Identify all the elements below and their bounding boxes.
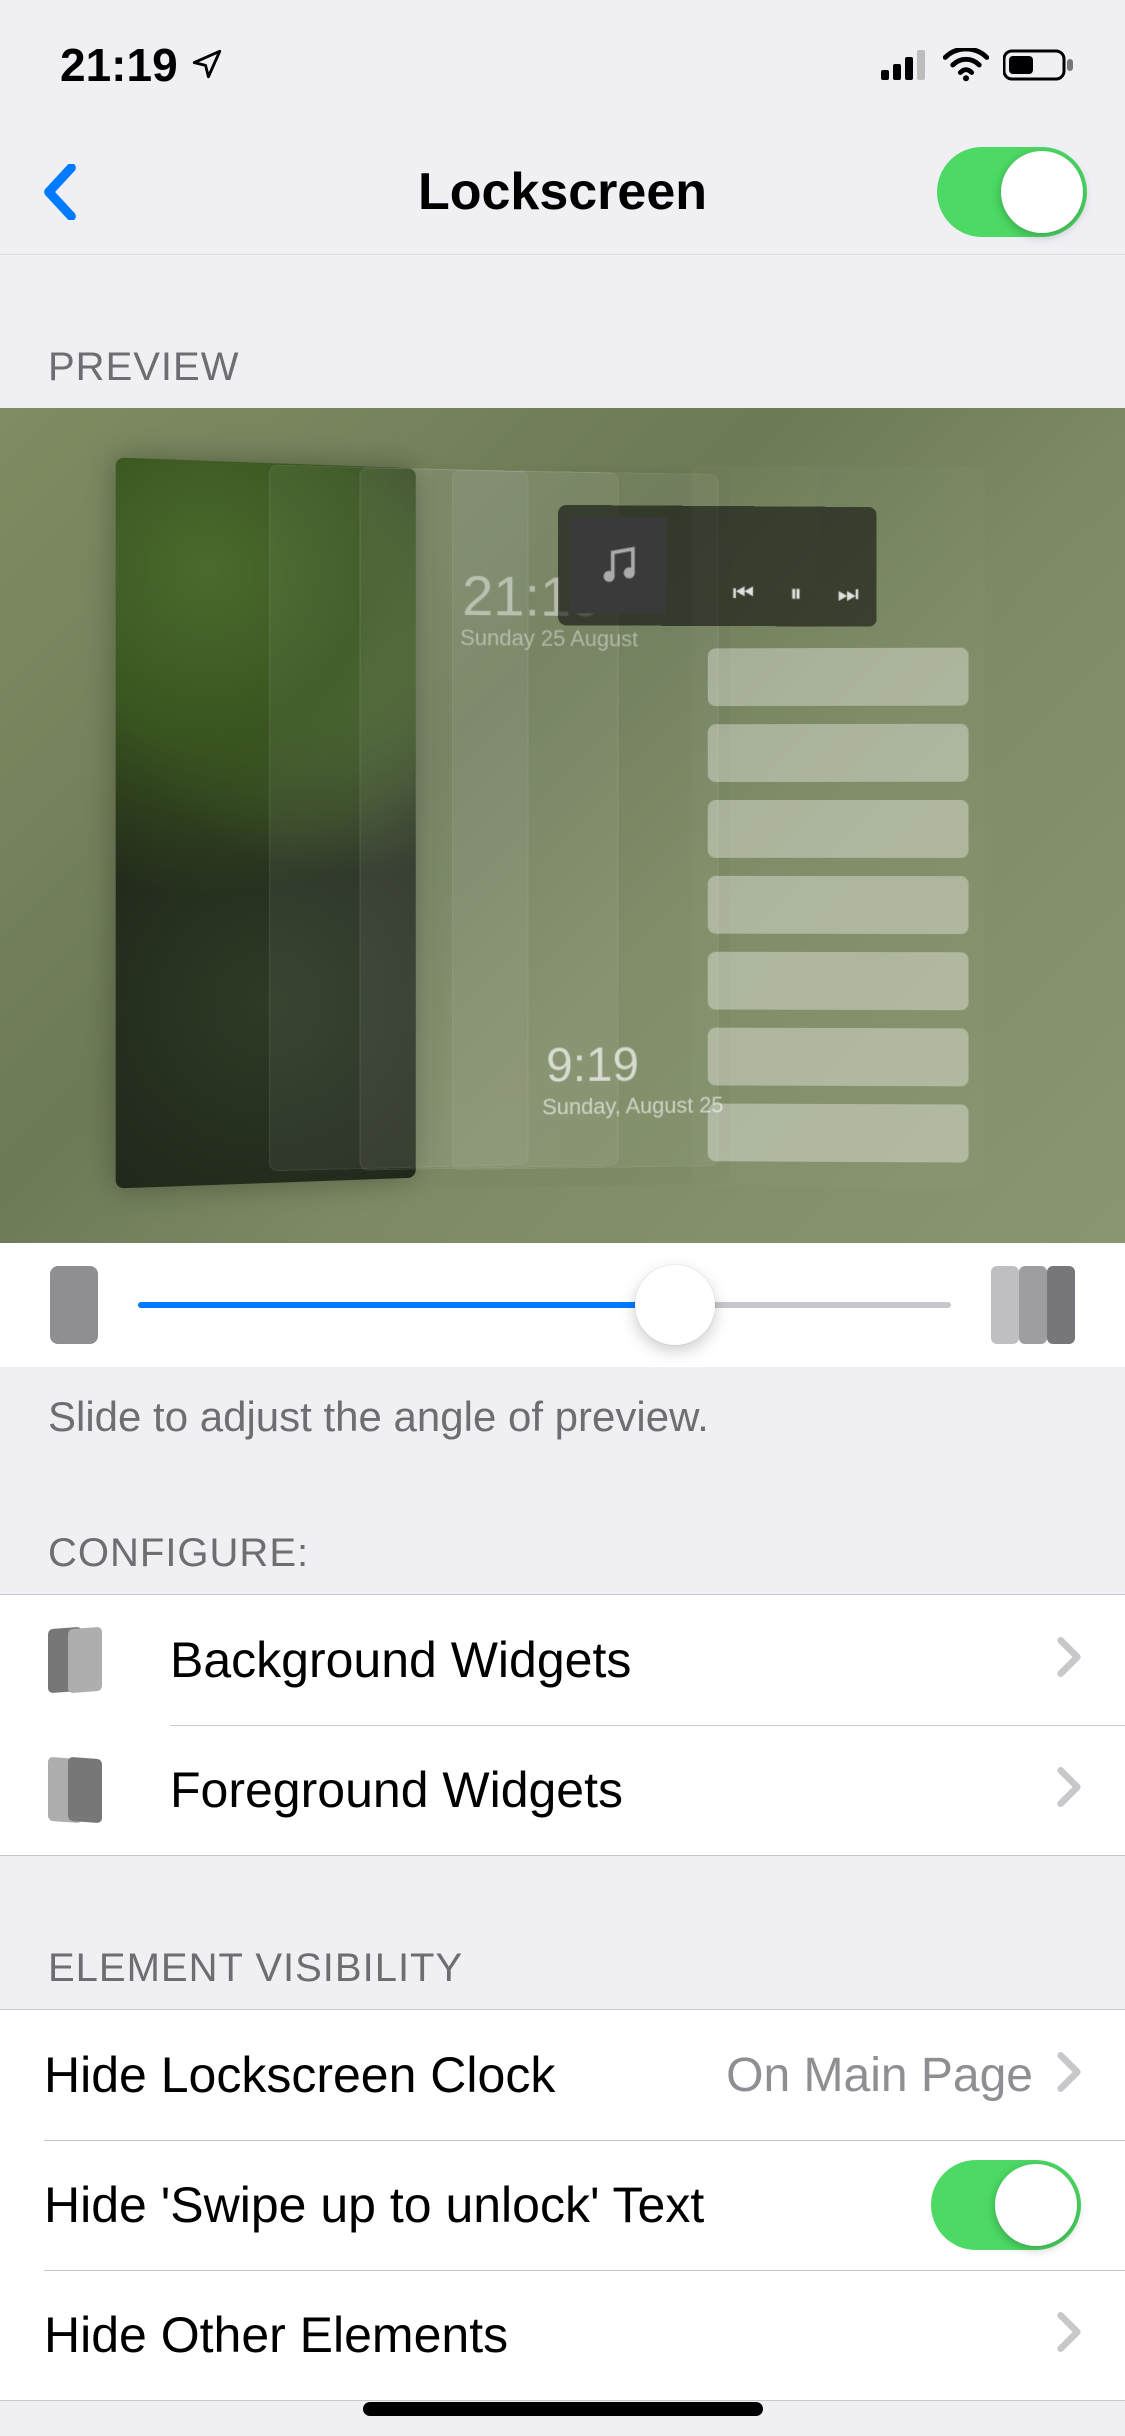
home-indicator[interactable] bbox=[363, 2402, 763, 2416]
chevron-right-icon bbox=[1057, 1761, 1081, 1819]
chevron-right-icon bbox=[1057, 2046, 1081, 2104]
slider-max-layers-icon bbox=[991, 1266, 1075, 1344]
nav-bar: Lockscreen bbox=[0, 130, 1125, 255]
slider-min-flat-icon bbox=[50, 1266, 98, 1344]
cell-signal-icon bbox=[881, 50, 929, 80]
hide-swipe-text-cell: Hide 'Swipe up to unlock' Text bbox=[0, 2140, 1125, 2270]
preview-notification-row bbox=[708, 648, 969, 707]
preview-notification-row bbox=[708, 876, 969, 934]
preview-angle-hint: Slide to adjust the angle of preview. bbox=[0, 1367, 1125, 1441]
slider-thumb[interactable] bbox=[635, 1265, 715, 1345]
battery-icon bbox=[1003, 48, 1075, 82]
status-bar: 21:19 bbox=[0, 0, 1125, 130]
location-icon bbox=[190, 38, 224, 92]
preview-small-clock: 9:19 bbox=[546, 1037, 639, 1093]
configure-section-header: CONFIGURE: bbox=[0, 1441, 1125, 1594]
preview-notifications-layer bbox=[692, 465, 985, 1187]
layers-front-icon bbox=[44, 1755, 114, 1825]
hide-swipe-toggle[interactable] bbox=[931, 2160, 1081, 2250]
chevron-right-icon bbox=[1057, 2306, 1081, 2364]
visibility-section-header: ELEMENT VISIBILITY bbox=[0, 1856, 1125, 2009]
lockscreen-preview: 21:19 Sunday 25 August 9:19 Sunday, Augu… bbox=[0, 408, 1125, 1243]
foreground-widgets-cell[interactable]: Foreground Widgets bbox=[0, 1725, 1125, 1855]
preview-notification-row bbox=[708, 952, 969, 1011]
preview-section-header: PREVIEW bbox=[0, 255, 1125, 408]
preview-large-clock-date: Sunday 25 August bbox=[460, 625, 638, 652]
layers-back-icon bbox=[44, 1625, 114, 1695]
cell-label: Hide Lockscreen Clock bbox=[44, 2046, 726, 2104]
preview-angle-slider-row bbox=[0, 1243, 1125, 1367]
cell-label: Foreground Widgets bbox=[170, 1761, 1057, 1819]
hide-clock-cell[interactable]: Hide Lockscreen Clock On Main Page bbox=[0, 2010, 1125, 2140]
preview-notification-row bbox=[708, 724, 969, 782]
music-note-icon bbox=[570, 517, 666, 614]
hide-other-elements-cell[interactable]: Hide Other Elements bbox=[0, 2270, 1125, 2400]
master-toggle[interactable] bbox=[937, 147, 1087, 237]
status-time: 21:19 bbox=[60, 38, 178, 92]
preview-notification-row bbox=[708, 800, 969, 858]
back-button[interactable] bbox=[30, 152, 90, 232]
cell-label: Hide 'Swipe up to unlock' Text bbox=[44, 2176, 931, 2234]
wifi-icon bbox=[943, 48, 989, 82]
cell-label: Background Widgets bbox=[170, 1631, 1057, 1689]
preview-notification-row bbox=[708, 1103, 969, 1162]
preview-notification-row bbox=[708, 1028, 969, 1087]
preview-angle-slider[interactable] bbox=[138, 1302, 951, 1308]
background-widgets-cell[interactable]: Background Widgets bbox=[0, 1595, 1125, 1725]
cell-label: Hide Other Elements bbox=[44, 2306, 1057, 2364]
chevron-right-icon bbox=[1057, 1631, 1081, 1689]
cell-value: On Main Page bbox=[726, 2048, 1033, 2103]
